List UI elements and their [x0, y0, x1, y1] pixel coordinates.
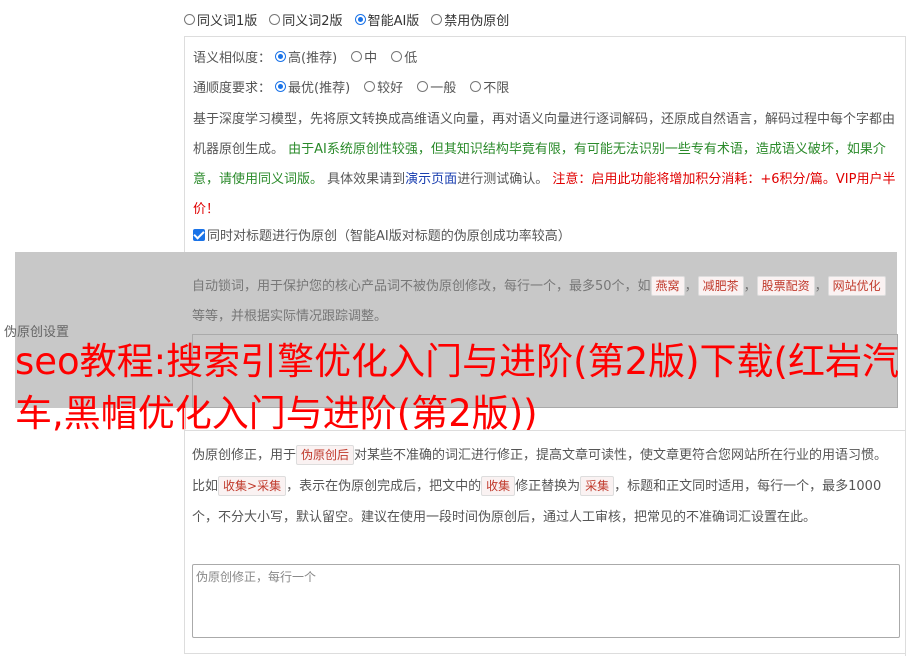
example-tag: 采集 — [580, 476, 615, 496]
fluency-row: 通顺度要求： 最优(推荐) 较好 一般 不限 — [193, 77, 523, 96]
correction-text: 修正替换为 — [515, 479, 581, 494]
example-tag: 网站优化 — [827, 276, 886, 296]
similarity-low[interactable]: 低 — [391, 47, 417, 66]
fluency-normal[interactable]: 一般 — [417, 77, 456, 96]
fluency-best[interactable]: 最优(推荐) — [275, 77, 350, 96]
correction-text: ，表示在伪原创完成后，把文中的 — [286, 479, 482, 494]
correction-description: 伪原创修正，用于 伪原创后 对某些不准确的词汇进行修正，提高文章可读性，使文章更符合… — [192, 440, 900, 533]
radio-icon[interactable] — [470, 81, 482, 92]
title-rewrite-checkbox-row[interactable]: 同时对标题进行伪原创（智能AI版对标题的伪原创成功率较高） — [193, 225, 571, 244]
example-tag: 股票配资 — [756, 276, 815, 296]
radio-icon[interactable] — [391, 51, 403, 62]
radio-icon[interactable] — [269, 13, 281, 25]
ai-settings-panel: 语义相似度： 高(推荐) 中 低 通顺度要求： 最优(推荐) 较好 一般 不限 … — [184, 36, 906, 252]
similarity-medium[interactable]: 中 — [351, 47, 377, 66]
correction-textarea[interactable]: 伪原创修正，每行一个 — [192, 564, 900, 638]
title-rewrite-label: 同时对标题进行伪原创（智能AI版对标题的伪原创成功率较高） — [207, 229, 571, 244]
mode-radio-group: 同义词1版 同义词2版 智能AI版 禁用伪原创 — [184, 9, 509, 29]
fluency-label: 通顺度要求： — [193, 81, 272, 96]
ai-description: 基于深度学习模型，先将原文转换成高维语义向量，再对语义向量进行逐词解码，还原成自… — [193, 105, 901, 225]
correction-text: 伪原创修正，用于 — [192, 448, 297, 463]
example-tag: 伪原创后 — [296, 445, 355, 465]
lock-words-text: 自动锁词，用于保护您的核心产品词不被伪原创修改，每行一个，最多50个，如 — [192, 279, 651, 294]
radio-checked-icon[interactable] — [275, 81, 287, 92]
overlay-title: seo教程:搜索引擎优化入门与进阶(第2版)下载(红岩汽车,黑帽优化入门与进阶(… — [15, 340, 899, 435]
panel-border-bottom — [184, 653, 906, 654]
mode-option-disable[interactable]: 禁用伪原创 — [431, 10, 509, 29]
example-tag: 燕窝 — [650, 276, 685, 296]
checkbox-checked-icon[interactable] — [193, 228, 205, 241]
similarity-row: 语义相似度： 高(推荐) 中 低 — [193, 47, 431, 66]
mode-option-synonym-1[interactable]: 同义词1版 — [184, 10, 257, 29]
example-tag: 减肥茶 — [697, 276, 744, 296]
radio-icon[interactable] — [184, 13, 195, 25]
description-demo-suffix: 进行测试确认。 — [457, 172, 549, 187]
fluency-good[interactable]: 较好 — [364, 77, 403, 96]
radio-icon[interactable] — [351, 51, 363, 62]
similarity-label: 语义相似度： — [193, 51, 272, 66]
panel-border-left — [184, 408, 185, 654]
mode-option-synonym-2[interactable]: 同义词2版 — [269, 10, 343, 29]
description-demo-prefix: 具体效果请到 — [327, 172, 406, 187]
panel-border-right — [905, 36, 906, 656]
radio-icon[interactable] — [431, 13, 443, 25]
radio-checked-icon[interactable] — [275, 51, 287, 62]
radio-checked-icon[interactable] — [354, 13, 366, 25]
example-tag: 收集>采集 — [218, 476, 287, 496]
lock-words-text-end: 等等，并根据实际情况跟踪调整。 — [192, 309, 388, 324]
radio-icon[interactable] — [417, 81, 429, 92]
radio-icon[interactable] — [364, 81, 376, 92]
example-tag: 收集 — [481, 476, 516, 496]
lock-words-description: 自动锁词，用于保护您的核心产品词不被伪原创修改，每行一个，最多50个，如 燕窝，减… — [192, 272, 900, 332]
similarity-high[interactable]: 高(推荐) — [275, 47, 337, 66]
fluency-any[interactable]: 不限 — [470, 77, 509, 96]
correction-placeholder: 伪原创修正，每行一个 — [196, 570, 317, 584]
demo-page-link[interactable]: 演示页面 — [405, 172, 457, 187]
mode-option-ai[interactable]: 智能AI版 — [354, 10, 419, 29]
